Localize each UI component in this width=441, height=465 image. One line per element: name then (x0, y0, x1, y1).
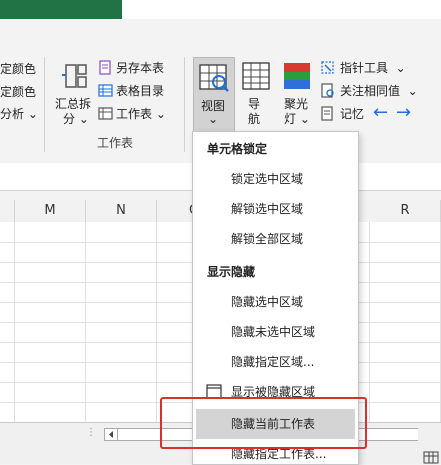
table-catalog-label: 表格目录 (116, 84, 165, 98)
ribbon-separator-2 (184, 57, 185, 152)
save-as-icon (99, 60, 111, 75)
column-header-n[interactable]: N (86, 200, 157, 222)
spotlight-label-2: 灯 ⌄ (284, 112, 310, 126)
highlight-annotation-box (160, 397, 367, 449)
spotlight-icon (284, 63, 310, 89)
memo-button[interactable]: 记忆 (320, 105, 370, 123)
worksheet-label: 工作表 ⌄ (116, 107, 166, 121)
pointer-tool-button[interactable]: 指针工具 ⌄ (320, 59, 430, 77)
pointer-tool-icon (321, 61, 334, 74)
column-header-r[interactable]: R (370, 200, 441, 222)
ribbon-fragment-1[interactable]: 定颜色 (0, 60, 36, 77)
related-value-button[interactable]: 关注相同值 ⌄ (320, 82, 430, 100)
arrow-right-icon[interactable]: → (396, 102, 411, 123)
save-as-sheet-button[interactable]: 另存本表 (98, 59, 178, 77)
group-label-worksheet: 工作表 (97, 136, 134, 150)
related-value-icon (321, 83, 334, 98)
summary-label-2: 分 ⌄ (63, 112, 89, 126)
ribbon-fragment-3[interactable]: 分析 ⌄ (0, 105, 38, 122)
scroll-left-icon (109, 431, 113, 438)
menu-item-unlock-all[interactable]: 解锁全部区域 (193, 224, 358, 254)
menu-item-hide-specified[interactable]: 隐藏指定区域... (193, 347, 358, 377)
sheet-bar-splitter[interactable]: ⋮ (86, 427, 96, 438)
save-as-sheet-label: 另存本表 (116, 61, 165, 75)
arrow-left-icon[interactable]: ← (373, 102, 388, 123)
table-catalog-button[interactable]: 表格目录 (98, 82, 178, 100)
menu-item-unlock-selected[interactable]: 解锁选中区域 (193, 194, 358, 224)
pointer-tool-label: 指针工具 ⌄ (340, 61, 406, 75)
column-header-m[interactable]: M (15, 200, 86, 222)
column-header-blank[interactable] (0, 200, 15, 222)
title-bar (0, 0, 441, 19)
ribbon-fragment-2[interactable]: 定颜色 (0, 83, 36, 100)
summary-split-button[interactable]: 汇总拆 分 ⌄ (55, 59, 95, 127)
menu-item-hide-unselected[interactable]: 隐藏未选中区域 (193, 317, 358, 347)
chevron-down-icon: ⌄ (208, 112, 219, 126)
summary-split-icon (62, 64, 87, 88)
related-value-label: 关注相同值 ⌄ (340, 84, 418, 98)
menu-section-cell-lock: 单元格锁定 (207, 142, 268, 156)
worksheet-button[interactable]: 工作表 ⌄ (98, 105, 178, 123)
menu-item-hide-selected[interactable]: 隐藏选中区域 (193, 287, 358, 317)
menu-section-show-hide: 显示隐藏 (207, 265, 256, 279)
normal-view-icon[interactable] (423, 451, 439, 464)
worksheet-icon (98, 107, 113, 120)
scroll-left-button[interactable] (104, 428, 118, 441)
memo-icon (321, 106, 333, 121)
catalog-icon (98, 84, 113, 97)
excel-title-strip (0, 0, 122, 19)
ribbon-separator (44, 57, 45, 152)
nav-label-2: 航 (248, 112, 261, 126)
view-grid-icon (199, 64, 229, 92)
memo-label: 记忆 (340, 107, 365, 121)
spotlight-button[interactable]: 聚光 灯 ⌄ (280, 59, 316, 129)
menu-item-lock-selected[interactable]: 锁定选中区域 (193, 164, 358, 194)
navigation-icon (242, 62, 270, 90)
navigation-button[interactable]: 导 航 (240, 59, 274, 129)
view-button[interactable]: 视图 ⌄ (193, 57, 235, 132)
